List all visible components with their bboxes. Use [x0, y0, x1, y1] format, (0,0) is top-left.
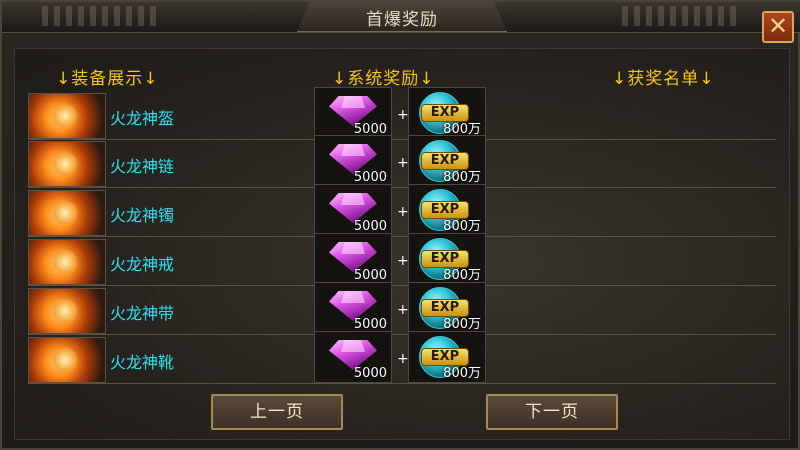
equipment-name: 火龙神戒 — [110, 255, 175, 274]
gem-quantity: 5000 — [353, 268, 387, 283]
equipment-slot[interactable] — [28, 93, 106, 139]
reward-row: 火龙神靴 5000 + EXP 800万 — [28, 331, 776, 384]
header-winner-list: ↓获奖名单↓ — [612, 69, 715, 89]
exp-reward-slot[interactable]: EXP 800万 — [408, 135, 486, 187]
gem-reward-slot[interactable]: 5000 — [314, 135, 392, 187]
equipment-name: 火龙神盔 — [110, 109, 175, 128]
equipment-name: 火龙神链 — [110, 157, 175, 176]
plus-sign: + — [397, 204, 409, 220]
exp-quantity: 800万 — [443, 219, 481, 234]
equipment-name: 火龙神镯 — [110, 206, 175, 225]
equipment-name: 火龙神带 — [110, 304, 175, 323]
equipment-slot[interactable] — [28, 141, 106, 187]
row-divider — [28, 383, 776, 384]
exp-quantity: 800万 — [443, 268, 481, 283]
row-divider — [28, 285, 776, 286]
gem-quantity: 5000 — [353, 317, 387, 332]
exp-reward-slot[interactable]: EXP 800万 — [408, 282, 486, 334]
flame-equipment-icon — [51, 298, 79, 324]
equipment-name: 火龙神靴 — [110, 353, 175, 372]
window-title: 首爆奖励 — [366, 10, 438, 30]
dragon-ornament-left — [42, 6, 162, 26]
gem-quantity: 5000 — [353, 366, 387, 381]
equipment-slot[interactable] — [28, 288, 106, 334]
gem-reward-slot[interactable]: 5000 — [314, 87, 392, 139]
reward-row: 火龙神链 5000 + EXP 800万 — [28, 135, 776, 188]
flame-equipment-icon — [51, 249, 79, 275]
plus-sign: + — [397, 107, 409, 123]
equipment-slot[interactable] — [28, 190, 106, 236]
header-equipment: ↓装备展示↓ — [56, 69, 159, 89]
flame-equipment-icon — [51, 103, 79, 129]
plus-sign: + — [397, 155, 409, 171]
flame-equipment-icon — [51, 200, 79, 226]
close-button[interactable]: ✕ — [762, 11, 794, 43]
exp-quantity: 800万 — [443, 366, 481, 381]
gem-reward-slot[interactable]: 5000 — [314, 233, 392, 285]
reward-row: 火龙神镯 5000 + EXP 800万 — [28, 184, 776, 237]
exp-quantity: 800万 — [443, 317, 481, 332]
close-icon: ✕ — [767, 12, 789, 40]
reward-row: 火龙神带 5000 + EXP 800万 — [28, 282, 776, 335]
gem-reward-slot[interactable]: 5000 — [314, 184, 392, 236]
reward-window: 首爆奖励 ✕ ↓装备展示↓ ↓系统奖励↓ ↓获奖名单↓ 火龙神盔 5000 + EXP… — [0, 0, 800, 450]
reward-row: 火龙神戒 5000 + EXP 800万 — [28, 233, 776, 286]
flame-equipment-icon — [51, 151, 79, 177]
exp-reward-slot[interactable]: EXP 800万 — [408, 233, 486, 285]
row-divider — [28, 236, 776, 237]
row-divider — [28, 139, 776, 140]
exp-reward-slot[interactable]: EXP 800万 — [408, 184, 486, 236]
gem-reward-slot[interactable]: 5000 — [314, 282, 392, 334]
header-system-reward: ↓系统奖励↓ — [332, 69, 435, 89]
dragon-ornament-right — [622, 6, 742, 26]
exp-reward-slot[interactable]: EXP 800万 — [408, 331, 486, 383]
plus-sign: + — [397, 351, 409, 367]
plus-sign: + — [397, 302, 409, 318]
prev-page-button[interactable]: 上一页 — [211, 394, 343, 430]
plus-sign: + — [397, 253, 409, 269]
gem-reward-slot[interactable]: 5000 — [314, 331, 392, 383]
equipment-slot[interactable] — [28, 337, 106, 383]
exp-quantity: 800万 — [443, 170, 481, 185]
exp-reward-slot[interactable]: EXP 800万 — [408, 87, 486, 139]
next-page-button[interactable]: 下一页 — [486, 394, 618, 430]
row-divider — [28, 334, 776, 335]
row-divider — [28, 187, 776, 188]
flame-equipment-icon — [51, 347, 79, 373]
reward-row: 火龙神盔 5000 + EXP 800万 — [28, 87, 776, 140]
equipment-slot[interactable] — [28, 239, 106, 285]
gem-quantity: 5000 — [353, 219, 387, 234]
gem-quantity: 5000 — [353, 170, 387, 185]
